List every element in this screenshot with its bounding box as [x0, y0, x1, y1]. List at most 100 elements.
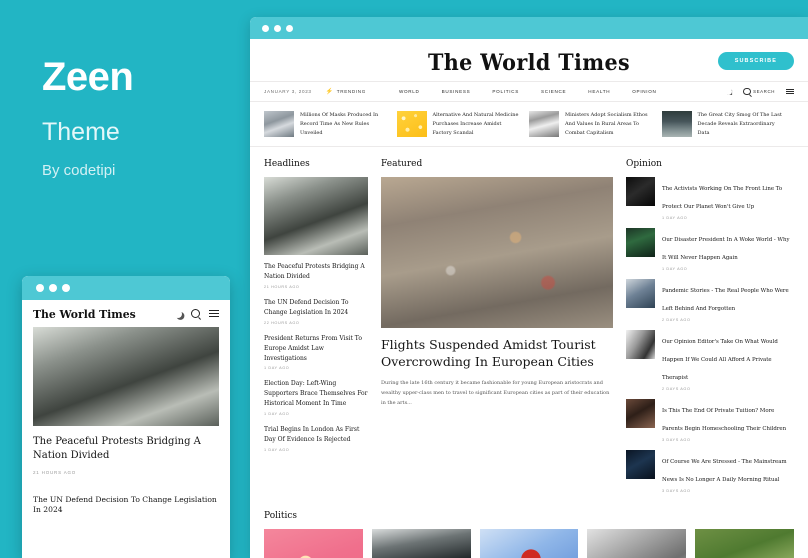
trending-title: The Great City Smog Of The Last Decade R…	[697, 112, 782, 136]
mobile-hero-image[interactable]	[33, 327, 219, 426]
featured-column: Featured Flights Suspended Amidst Touris…	[381, 159, 613, 501]
moon-icon[interactable]	[725, 88, 732, 95]
nav-item-opinion[interactable]: OPINION	[621, 89, 667, 94]
article-timestamp: 21 HOURS AGO	[264, 285, 300, 290]
nav-item-business[interactable]: BUSINESS	[431, 89, 482, 94]
list-item[interactable]: Of Course We Are Stressed - The Mainstre…	[626, 450, 794, 493]
window-controls[interactable]	[262, 24, 293, 32]
headlines-hero-image[interactable]	[264, 177, 368, 256]
search-label: SEARCH	[753, 89, 775, 94]
opinion-thumbnail	[626, 399, 655, 429]
politics-section-title: Politics	[264, 511, 298, 522]
article-timestamp: 1 DAY AGO	[264, 412, 290, 417]
mobile-second-title[interactable]: The UN Defend Decision To Change Legisla…	[33, 495, 219, 516]
politics-card-image	[371, 529, 471, 558]
article-timestamp: 1 DAY AGO	[662, 267, 688, 272]
minimize-dot-icon[interactable]	[49, 284, 57, 292]
politics-card[interactable]: Health Service Prescribes Mindfulness Fo…	[264, 529, 363, 558]
desktop-browser-window: The World Times SUBSCRIBE JANUARY 3, 202…	[250, 17, 808, 558]
trending-item[interactable]: The Great City Smog Of The Last Decade R…	[661, 111, 795, 137]
hamburger-menu-icon[interactable]	[786, 88, 794, 95]
list-item[interactable]: Pandemic Stories - The Real People Who W…	[626, 279, 794, 322]
maximize-dot-icon[interactable]	[286, 24, 293, 32]
list-item[interactable]: The Activists Working On The Front Line …	[626, 177, 794, 220]
mobile-site-logo[interactable]: The World Times	[33, 307, 136, 321]
opinion-thumbnail	[626, 450, 655, 480]
opinion-thumbnail	[626, 228, 655, 258]
window-controls[interactable]	[36, 284, 70, 292]
headlines-hero-item[interactable]: The Peaceful Protests Bridging A Nation …	[264, 262, 368, 289]
navbar-tools: SEARCH	[725, 87, 794, 96]
site-page: The World Times SUBSCRIBE JANUARY 3, 202…	[250, 39, 808, 558]
opinion-thumbnail	[626, 279, 655, 309]
article-timestamp: 3 DAYS AGO	[662, 489, 691, 494]
moon-icon[interactable]	[174, 310, 182, 318]
trending-strip: Millions Of Masks Produced In Record Tim…	[250, 102, 808, 148]
list-item[interactable]: President Returns From Visit To Europe A…	[264, 334, 368, 371]
bolt-icon: ⚡	[325, 88, 334, 95]
trending-thumbnail	[264, 111, 294, 137]
opinion-thumbnail	[626, 177, 655, 207]
promo-author: By codetipi	[42, 162, 116, 179]
nav-item-science[interactable]: SCIENCE	[530, 89, 577, 94]
trending-title: Alternative And Natural Medicine Purchas…	[432, 112, 519, 136]
article-title: The Activists Working On The Front Line …	[662, 186, 783, 211]
politics-card[interactable]: The Fight Against Poverty Continues As S…	[371, 529, 471, 558]
list-item[interactable]: Our Disaster President In A Woke World -…	[626, 228, 794, 271]
politics-card-image	[479, 529, 579, 558]
nav-item-politics[interactable]: POLITICS	[481, 89, 530, 94]
opinion-thumbnail	[626, 330, 655, 360]
trending-item[interactable]: Alternative And Natural Medicine Purchas…	[396, 111, 530, 137]
trending-label[interactable]: ⚡ TRENDING	[326, 89, 366, 95]
trending-thumbnail	[529, 111, 559, 137]
mobile-window-titlebar	[22, 276, 230, 300]
article-title: Election Day: Left-Wing Supporters Brace…	[264, 380, 368, 408]
article-title: President Returns From Visit To Europe A…	[264, 334, 362, 362]
featured-image[interactable]	[381, 177, 613, 329]
article-title: Is This The End Of Private Tuition? More…	[662, 408, 787, 433]
nav-item-health[interactable]: HEALTH	[577, 89, 621, 94]
site-masthead: The World Times SUBSCRIBE	[250, 39, 808, 81]
trending-item[interactable]: Ministers Adopt Socialism Ethos And Valu…	[529, 111, 662, 137]
article-title: Our Opinion Editor's Take On What Would …	[662, 339, 778, 382]
article-title: The UN Defend Decision To Change Legisla…	[264, 299, 349, 316]
article-title: Trial Begins In London As First Day Of E…	[264, 426, 360, 444]
headlines-column: Headlines The Peaceful Protests Bridging…	[264, 159, 368, 501]
minimize-dot-icon[interactable]	[274, 24, 281, 32]
politics-card[interactable]: New Captain Named In Recent Defeat Again…	[695, 529, 794, 558]
nav-item-world[interactable]: WORLD	[388, 89, 431, 94]
featured-title[interactable]: Flights Suspended Amidst Tourist Overcro…	[381, 337, 613, 371]
close-dot-icon[interactable]	[262, 24, 269, 32]
list-item[interactable]: Election Day: Left-Wing Supporters Brace…	[264, 379, 368, 416]
subscribe-button[interactable]: SUBSCRIBE	[717, 52, 794, 70]
list-item[interactable]: The UN Defend Decision To Change Legisla…	[264, 298, 368, 325]
featured-excerpt: During the late 16th century it became f…	[381, 380, 610, 406]
content-columns: Headlines The Peaceful Protests Bridging…	[250, 147, 808, 501]
maximize-dot-icon[interactable]	[62, 284, 70, 292]
nav-links: WORLD BUSINESS POLITICS SCIENCE HEALTH O…	[388, 89, 668, 94]
close-dot-icon[interactable]	[36, 284, 44, 292]
article-timestamp: 22 HOURS AGO	[264, 320, 300, 325]
politics-card[interactable]: The Magical Effects Of Solo Travel	[587, 529, 687, 558]
politics-card[interactable]: New Molecules Uncovered In Small Trainin…	[479, 529, 579, 558]
politics-card-image	[695, 529, 794, 558]
search-button[interactable]: SEARCH	[743, 87, 775, 96]
list-item[interactable]: Trial Begins In London As First Day Of E…	[264, 425, 368, 452]
hamburger-menu-icon[interactable]	[209, 309, 219, 318]
featured-section-title: Featured	[381, 159, 423, 170]
mobile-browser-window: The World Times The Peaceful Protests Br…	[22, 276, 230, 558]
desktop-window-titlebar	[250, 17, 808, 39]
mobile-hero-title[interactable]: The Peaceful Protests Bridging A Nation …	[33, 435, 219, 463]
main-navbar: JANUARY 3, 2023 ⚡ TRENDING WORLD BUSINES…	[250, 81, 808, 102]
mobile-header: The World Times	[33, 300, 219, 327]
list-item[interactable]: Is This The End Of Private Tuition? More…	[626, 399, 794, 442]
promo-title: Zeen	[42, 55, 134, 99]
article-timestamp: 2 DAYS AGO	[662, 387, 691, 392]
mobile-site-page: The World Times The Peaceful Protests Br…	[22, 300, 230, 558]
mobile-hero-timestamp: 21 HOURS AGO	[33, 469, 77, 475]
list-item[interactable]: Our Opinion Editor's Take On What Would …	[626, 330, 794, 391]
search-icon[interactable]	[191, 309, 200, 318]
trending-text: TRENDING	[336, 89, 366, 94]
trending-item[interactable]: Millions Of Masks Produced In Record Tim…	[264, 111, 397, 137]
site-logo[interactable]: The World Times	[267, 50, 792, 76]
